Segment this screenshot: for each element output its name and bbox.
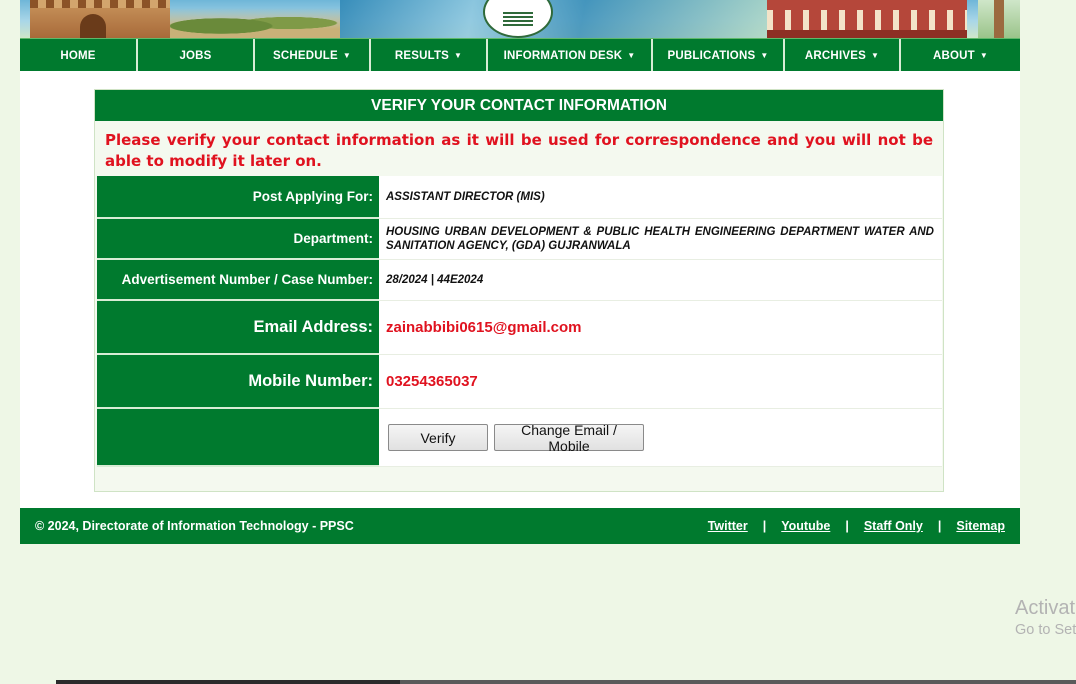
- youtube-link[interactable]: Youtube: [781, 519, 830, 533]
- post-label: Post Applying For:: [97, 176, 379, 219]
- nav-home[interactable]: HOME: [20, 39, 138, 72]
- chevron-down-icon: ▼: [627, 51, 636, 60]
- mobile-value: 03254365037: [379, 355, 942, 409]
- chevron-down-icon: ▼: [979, 51, 988, 60]
- nav-information-desk[interactable]: INFORMATION DESK ▼: [488, 39, 653, 72]
- advertisement-value: 28/2024 | 44E2024: [379, 260, 942, 301]
- change-email-mobile-button[interactable]: Change Email / Mobile: [494, 422, 644, 454]
- chevron-down-icon: ▼: [342, 51, 351, 60]
- fort-image-right: [767, 0, 967, 38]
- footer-links: Twitter | Youtube | Staff Only | Sitemap: [708, 519, 1005, 533]
- nav-archives-label: ARCHIVES: [804, 49, 866, 62]
- copyright-text: © 2024, Directorate of Information Techn…: [35, 519, 354, 533]
- verify-contact-panel: VERIFY YOUR CONTACT INFORMATION Please v…: [94, 89, 944, 492]
- minar-image: [978, 0, 1020, 38]
- taskbar-edge: [56, 680, 1076, 684]
- nav-publications[interactable]: PUBLICATIONS ▼: [653, 39, 785, 72]
- row-post: Post Applying For: ASSISTANT DIRECTOR (M…: [97, 176, 943, 219]
- activation-watermark-title: Activat: [1015, 597, 1076, 619]
- footer: © 2024, Directorate of Information Techn…: [20, 508, 1020, 544]
- staff-only-link[interactable]: Staff Only: [864, 519, 923, 533]
- nav-schedule-label: SCHEDULE: [273, 49, 338, 62]
- nav-results-label: RESULTS: [394, 49, 450, 62]
- sitemap-link[interactable]: Sitemap: [956, 519, 1005, 533]
- mobile-label: Mobile Number:: [97, 355, 379, 409]
- banner-wave: [340, 0, 780, 38]
- fort-image-left: [30, 0, 170, 38]
- nav-about-label: ABOUT: [932, 49, 975, 62]
- row-advertisement: Advertisement Number / Case Number: 28/2…: [97, 260, 943, 301]
- email-label: Email Address:: [97, 301, 379, 355]
- nav-schedule[interactable]: SCHEDULE ▼: [255, 39, 371, 72]
- footer-separator: |: [762, 519, 767, 533]
- footer-separator: |: [937, 519, 942, 533]
- row-mobile: Mobile Number: 03254365037: [97, 355, 943, 409]
- nav-home-label: HOME: [60, 49, 96, 62]
- activation-watermark-subtitle: Go to Set: [1015, 622, 1076, 638]
- footer-separator: |: [845, 519, 849, 533]
- email-value: zainabbibi0615@gmail.com: [379, 301, 942, 355]
- actions-label-cell: [97, 409, 379, 467]
- nav-jobs-label: JOBS: [179, 49, 212, 62]
- verify-button[interactable]: Verify: [388, 424, 488, 451]
- nav-about[interactable]: ABOUT ▼: [901, 39, 1020, 72]
- department-label: Department:: [97, 219, 379, 260]
- main-content: VERIFY YOUR CONTACT INFORMATION Please v…: [20, 71, 1020, 508]
- main-nav: HOME JOBS SCHEDULE ▼ RESULTS ▼ INFORMATION…: [20, 38, 1020, 72]
- nav-archives[interactable]: ARCHIVES ▼: [785, 39, 901, 72]
- panel-title: VERIFY YOUR CONTACT INFORMATION: [95, 90, 943, 121]
- twitter-link[interactable]: Twitter: [708, 519, 748, 533]
- nav-results[interactable]: RESULTS ▼: [371, 39, 488, 72]
- advertisement-label: Advertisement Number / Case Number:: [97, 260, 379, 301]
- row-email: Email Address: zainabbibi0615@gmail.com: [97, 301, 943, 355]
- landscape-image: [170, 8, 340, 38]
- header-banner: [20, 0, 1020, 38]
- row-department: Department: HOUSING URBAN DEVELOPMENT & …: [97, 219, 943, 260]
- chevron-down-icon: ▼: [760, 51, 769, 60]
- nav-publications-label: PUBLICATIONS: [667, 49, 756, 62]
- nav-jobs[interactable]: JOBS: [138, 39, 255, 72]
- chevron-down-icon: ▼: [454, 51, 463, 60]
- chevron-down-icon: ▼: [870, 51, 880, 60]
- actions-cell: Verify Change Email / Mobile: [379, 409, 942, 467]
- department-value: HOUSING URBAN DEVELOPMENT & PUBLIC HEALT…: [379, 219, 942, 260]
- post-value: ASSISTANT DIRECTOR (MIS): [379, 176, 942, 219]
- verification-notice: Please verify your contact information a…: [105, 131, 933, 170]
- row-actions: Verify Change Email / Mobile: [97, 409, 943, 467]
- nav-information-desk-label: INFORMATION DESK: [503, 49, 623, 62]
